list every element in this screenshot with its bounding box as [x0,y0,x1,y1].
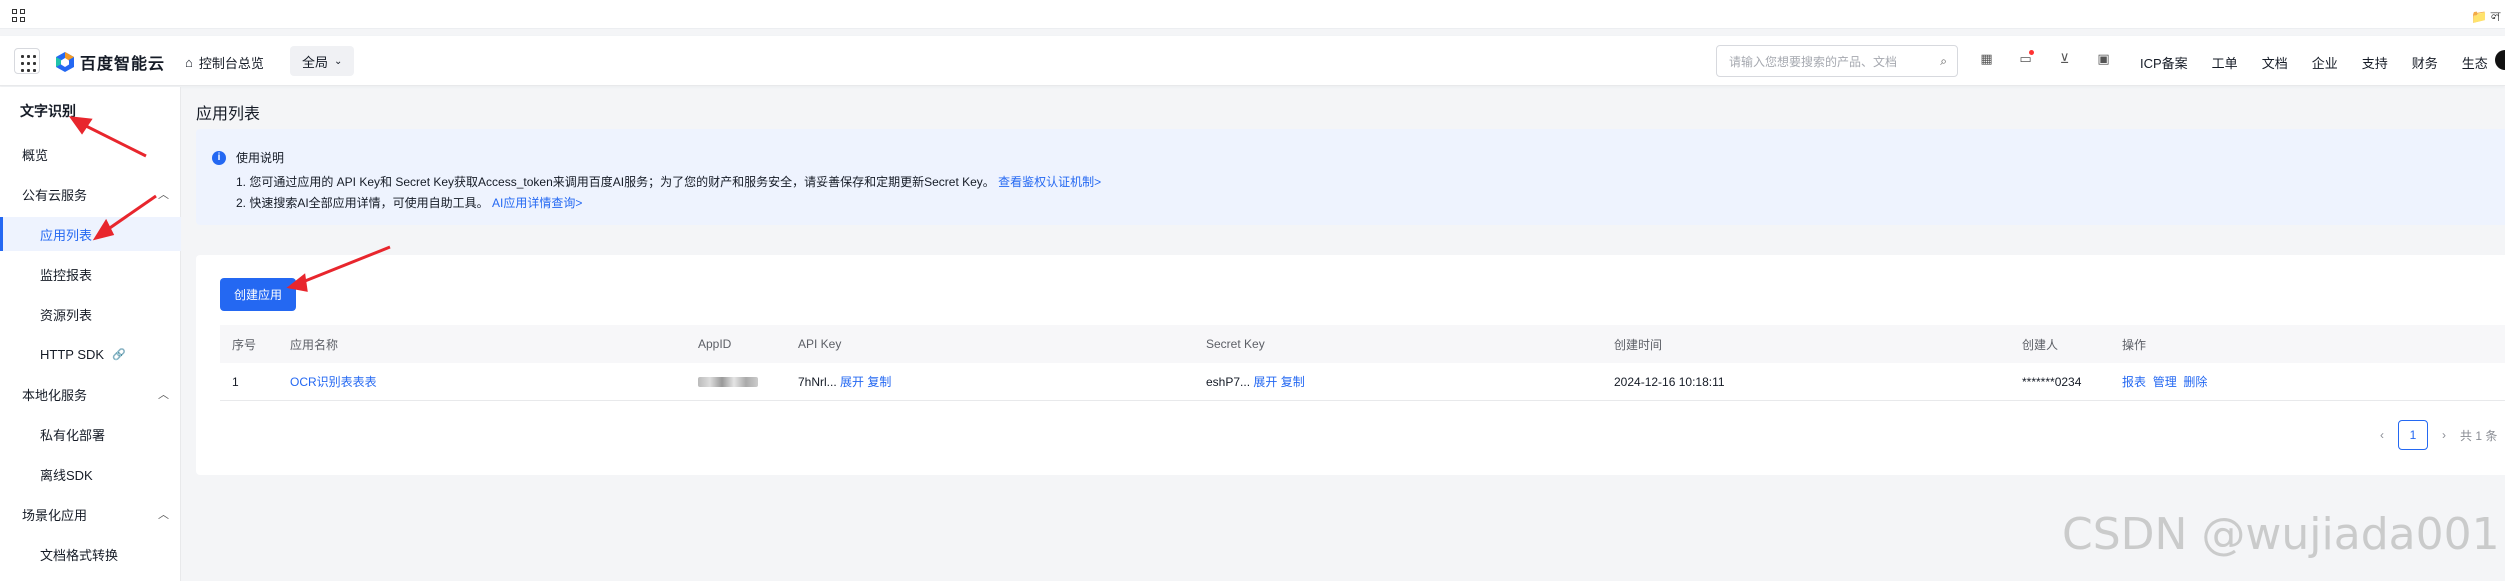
unread-dot [2029,50,2034,55]
chevron-up-icon: ︿ [158,189,169,201]
notice-title: 使用说明 [236,151,285,165]
sidebar-title: 文字识别 [20,103,76,119]
app-query-link[interactable]: AI应用详情查询> [492,196,582,210]
header-nav: ICP备案 工单 文档 企业 支持 财务 生态 [2140,53,2488,72]
header-icons: ▦ ▭ ⊻ ▣ [1978,50,2112,67]
avatar[interactable] [2495,50,2505,70]
row-index: 1 [232,374,239,389]
api-key-cell: 7hNrl... 展开 复制 [798,373,891,390]
console-home-link[interactable]: ⌂ 控制台总览 [185,53,264,72]
nav-support[interactable]: 支持 [2362,53,2388,72]
apps-grid-icon[interactable] [12,9,25,22]
sidebar-group-label: 本地化服务 [22,387,88,403]
qrcode-icon[interactable]: ▦ [1978,50,1995,67]
col-index: 序号 [232,337,257,352]
page-current[interactable]: 1 [2398,420,2428,450]
row-actions: 报表 管理 删除 [2122,373,2207,390]
search-placeholder: 请输入您想要搜索的产品、文档 [1729,54,1898,69]
col-actions: 操作 [2122,337,2147,352]
watermark: CSDN @wujiada001 [2062,509,2500,560]
report-link[interactable]: 报表 [2122,375,2146,389]
chevron-down-icon: ⌄ [334,55,343,67]
chevron-up-icon: ︿ [158,509,169,521]
prev-page-icon[interactable]: ‹ [2380,428,2384,442]
search-icon[interactable]: ⌕ [1940,54,1947,69]
usage-notice: i 使用说明 1. 您可通过应用的 API Key和 Secret Key获取A… [196,129,2505,225]
external-link-icon: 🔗 [112,348,126,361]
console-header: 百度智能云 ⌂ 控制台总览 全局 ⌄ 请输入您想要搜索的产品、文档 ⌕ ▦ ▭ … [0,36,2505,86]
api-key-value: 7hNrl... [798,375,837,389]
billing-icon[interactable]: ▣ [2095,50,2112,67]
notice-line-1: 1. 您可通过应用的 API Key和 Secret Key获取Access_t… [236,173,1101,190]
total-count: 共 1 条 [2460,428,2498,443]
sidebar-item-overview[interactable]: 概览 [0,137,181,171]
auth-doc-link[interactable]: 查看鉴权认证机制> [998,175,1101,189]
appid-redacted [698,375,758,389]
nav-icp[interactable]: ICP备案 [2140,53,2188,72]
chevron-up-icon: ︿ [158,389,169,401]
search-input[interactable]: 请输入您想要搜索的产品、文档 ⌕ [1716,45,1958,77]
col-secret-key: Secret Key [1206,337,1265,351]
col-created-at: 创建时间 [1614,337,1663,352]
message-icon[interactable]: ▭ [2017,50,2034,67]
sidebar-item-monitor[interactable]: 监控报表 [0,257,181,291]
sidebar-group-public-cloud[interactable]: 公有云服务 ︿ [0,177,181,211]
logo-text: 百度智能云 [80,56,166,73]
delete-link[interactable]: 删除 [2183,375,2207,389]
notice-line-1-text: 1. 您可通过应用的 API Key和 Secret Key获取Access_t… [236,175,995,189]
product-menu-button[interactable] [14,48,40,74]
nav-ticket[interactable]: 工单 [2212,53,2238,72]
col-api-key: API Key [798,337,842,351]
creator: *******0234 [2022,374,2082,389]
home-label: 控制台总览 [198,56,264,71]
secret-key-copy[interactable]: 复制 [1281,375,1305,389]
folder-icon[interactable]: 📁 ল [2471,8,2501,29]
created-at: 2024-12-16 10:18:11 [1614,374,1725,389]
baidu-cloud-logo-icon [56,52,74,72]
sidebar-group-label: 公有云服务 [22,187,88,203]
manage-link[interactable]: 管理 [2153,375,2177,389]
col-creator: 创建人 [2022,337,2059,352]
pagination: ‹ 1 › 共 1 条 [2380,420,2497,450]
logo[interactable]: 百度智能云 [56,50,165,74]
sidebar-item-doc-convert[interactable]: 文档格式转换 [0,537,181,571]
secret-key-expand[interactable]: 展开 [1253,375,1277,389]
table-header: 序号 应用名称 AppID API Key Secret Key 创建时间 创建… [220,325,2505,363]
region-select[interactable]: 全局 ⌄ [290,46,355,76]
col-app-name: 应用名称 [290,337,339,352]
table-row: 1 OCR识别表表表 7hNrl... 展开 复制 eshP7... 展开 复制… [220,363,2505,401]
nav-enterprise[interactable]: 企业 [2312,53,2338,72]
sidebar-item-offline-sdk[interactable]: 离线SDK [0,457,181,491]
api-key-expand[interactable]: 展开 [840,375,864,389]
secret-key-cell: eshP7... 展开 复制 [1206,373,1305,390]
sidebar-group-local[interactable]: 本地化服务 ︿ [0,377,181,411]
nav-docs[interactable]: 文档 [2262,53,2288,72]
home-icon: ⌂ [185,55,193,70]
next-page-icon[interactable]: › [2442,428,2446,442]
secret-key-value: eshP7... [1206,375,1251,389]
sidebar-item-app-list[interactable]: 应用列表 [0,217,181,251]
browser-topbar: 📁 ল [0,0,2505,29]
sidebar-group-label: 场景化应用 [22,507,88,523]
sidebar-item-label: HTTP SDK [40,346,105,362]
sidebar-item-private-deploy[interactable]: 私有化部署 [0,417,181,451]
sidebar-item-resources[interactable]: 资源列表 [0,297,181,331]
cart-icon[interactable]: ⊻ [2056,50,2073,67]
app-list-panel: 创建应用 序号 应用名称 AppID API Key Secret Key 创建… [196,255,2505,475]
sidebar-item-http-sdk[interactable]: HTTP SDK 🔗 [0,337,181,371]
col-appid: AppID [698,337,732,351]
region-value: 全局 [302,54,329,70]
api-key-copy[interactable]: 复制 [867,375,891,389]
app-name-link[interactable]: OCR识别表表表 [290,373,377,390]
create-app-button[interactable]: 创建应用 [220,278,297,311]
redacted-blur [698,377,758,388]
sidebar-group-scenario[interactable]: 场景化应用 ︿ [0,497,181,531]
page-title: 应用列表 [196,106,261,123]
nav-finance[interactable]: 财务 [2412,53,2438,72]
notice-line-2-text: 2. 快速搜索AI全部应用详情，可使用自助工具。 [236,196,489,210]
nav-ecosystem[interactable]: 生态 [2462,53,2488,72]
sidebar: 文字识别 概览 公有云服务 ︿ 应用列表 监控报表 资源列表 HTTP SDK … [0,87,181,581]
notice-line-2: 2. 快速搜索AI全部应用详情，可使用自助工具。 AI应用详情查询> [236,194,582,211]
info-icon: i [212,151,226,165]
